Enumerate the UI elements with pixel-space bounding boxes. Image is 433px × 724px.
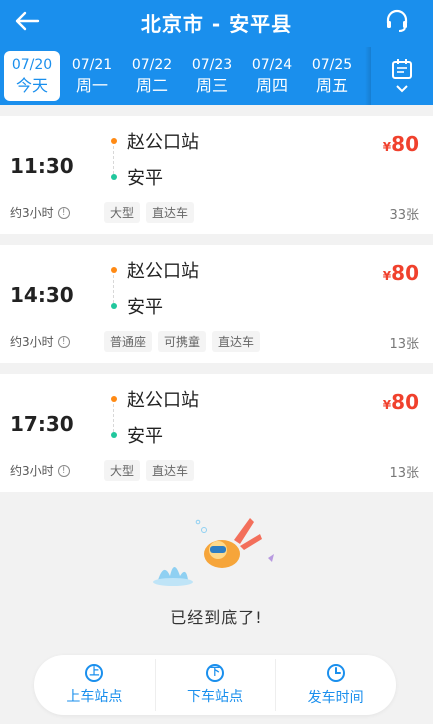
trip-card[interactable]: 11:30 赵公口站 安平 ¥80 约3小时 ! 大型 直达车 33张 [0,116,433,234]
weekday-label: 今天 [15,76,48,95]
date-label: 07/21 [71,57,113,73]
weekday-label: 周二 [135,76,168,95]
filter-boarding-stop[interactable]: 上 上车站点 [34,655,155,715]
date-selector: 07/20 今天 07/21 周一 07/22 周二 07/23 周三 07/2… [0,47,370,105]
page-title: 北京市 - 安平县 [140,12,293,36]
tag: 大型 [104,202,141,223]
filter-label: 发车时间 [307,690,364,706]
tag: 直达车 [212,331,261,352]
calendar-icon [392,59,412,79]
headset-icon [386,9,408,32]
list-end-text: 已经到底了! [170,608,263,627]
to-station: 安平 [111,164,163,190]
price: ¥80 [383,261,419,285]
tag: 直达车 [146,202,195,223]
price: ¥80 [383,132,419,156]
trip-card[interactable]: 17:30 赵公口站 安平 ¥80 约3小时 ! 大型 直达车 13张 [0,374,433,492]
date-label: 07/23 [191,57,233,73]
currency-symbol: ¥ [382,269,392,283]
tag-list: 大型 直达车 [104,460,195,481]
to-station-label: 安平 [127,426,163,447]
from-station-label: 赵公口站 [127,132,199,153]
duration-label: 约3小时 [10,335,54,349]
customer-service-button[interactable] [381,6,413,36]
currency-symbol: ¥ [382,140,392,154]
clock-icon [326,664,345,682]
from-station-label: 赵公口站 [127,390,199,411]
currency-symbol: ¥ [382,398,392,412]
chevron-down-icon [396,85,408,93]
departure-time: 11:30 [10,154,74,178]
weekday-label: 周四 [255,76,288,95]
seats-remaining: 13张 [389,337,419,352]
info-icon[interactable]: ! [57,464,70,477]
from-station: 赵公口站 [111,128,199,154]
from-dot [111,396,117,402]
filter-bar: 上 上车站点 下 下车站点 发车时间 [34,655,396,715]
duration-label: 约3小时 [10,206,54,220]
price-value: 80 [391,390,419,414]
date-tab-0721[interactable]: 07/21 周一 [64,51,120,101]
from-station: 赵公口站 [111,386,199,412]
info-icon[interactable]: ! [57,206,70,219]
to-dot [111,303,117,309]
tag-list: 普通座 可携童 直达车 [104,331,261,352]
seats-remaining: 33张 [389,208,419,223]
info-icon[interactable]: ! [57,335,70,348]
from-dot [111,138,117,144]
date-label: 07/25 [311,57,353,73]
boarding-stop-icon: 上 [85,664,104,682]
filter-alighting-stop[interactable]: 下 下车站点 [154,655,276,715]
filter-departure-time[interactable]: 发车时间 [275,655,396,715]
duration-label: 约3小时 [10,464,54,478]
nav-row: 北京市 - 安平县 [0,0,433,42]
price: ¥80 [383,390,419,414]
from-station: 赵公口站 [111,257,199,283]
diver-illustration [153,518,274,586]
departure-time: 17:30 [10,412,74,436]
tag: 普通座 [104,331,153,352]
tag-list: 大型 直达车 [104,202,195,223]
to-station-label: 安平 [127,297,163,318]
date-tab-0725[interactable]: 07/25 周五 [304,51,360,101]
date-label: 07/24 [251,57,293,73]
price-value: 80 [391,132,419,156]
tag: 直达车 [146,460,195,481]
filter-label: 上车站点 [66,689,123,705]
to-dot [111,174,117,180]
date-tab-0720[interactable]: 07/20 今天 [4,51,60,101]
date-tab-0723[interactable]: 07/23 周三 [184,51,240,101]
seats-remaining: 13张 [389,466,419,481]
to-dot [111,432,117,438]
duration: 约3小时 ! [10,333,70,350]
departure-time: 14:30 [10,283,74,307]
to-station-label: 安平 [127,168,163,189]
date-label: 07/22 [131,57,173,73]
alighting-stop-icon: 下 [206,664,224,682]
date-tab-0724[interactable]: 07/24 周四 [244,51,300,101]
weekday-label: 周三 [195,76,228,95]
weekday-label: 周一 [75,76,108,95]
from-dot [111,267,117,273]
from-station-label: 赵公口站 [127,261,199,282]
duration: 约3小时 ! [10,204,70,221]
trip-card[interactable]: 14:30 赵公口站 安平 ¥80 约3小时 ! 普通座 可携童 直达车 13张 [0,245,433,363]
price-value: 80 [391,261,419,285]
date-label: 07/20 [11,57,53,73]
date-tab-0722[interactable]: 07/22 周二 [124,51,180,101]
to-station: 安平 [111,293,163,319]
top-bar: 北京市 - 安平县 07/20 今天 07/21 周一 07/22 周二 07/… [0,0,433,105]
weekday-label: 周五 [315,76,348,95]
calendar-button[interactable] [371,47,433,105]
duration: 约3小时 ! [10,462,70,479]
tag: 可携童 [158,331,207,352]
filter-label: 下车站点 [187,689,243,705]
tag: 大型 [104,460,141,481]
to-station: 安平 [111,422,163,448]
